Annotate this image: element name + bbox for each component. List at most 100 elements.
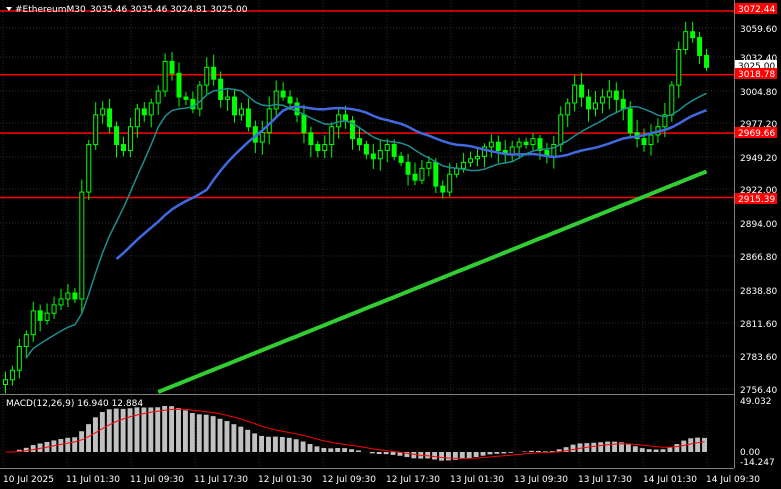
macd-bar (376, 452, 382, 454)
macd-bar (182, 410, 188, 452)
candle-body (127, 126, 133, 151)
macd-bar (702, 437, 707, 452)
candle-body (232, 96, 238, 116)
candle-body (384, 144, 390, 151)
macd-bar (65, 437, 71, 452)
candle-body (58, 298, 64, 306)
macd-bar (272, 436, 278, 452)
candle-body (586, 96, 592, 110)
candle-body (315, 144, 321, 151)
candle-body (93, 114, 99, 146)
candle-body (690, 31, 696, 39)
candle-body (488, 141, 494, 148)
macd-bar (86, 424, 91, 452)
price-tick: 2811.60 (740, 320, 777, 330)
candle-body (16, 345, 22, 371)
macd-bar (335, 448, 341, 452)
macd-bar (674, 444, 680, 452)
macd-bar (293, 439, 299, 452)
macd-bar (127, 408, 133, 452)
macd-bar (134, 407, 140, 452)
macd-bar (217, 418, 223, 452)
candle-body (162, 60, 168, 92)
macd-bar (279, 437, 285, 452)
macd-bar (459, 452, 465, 459)
macd-bar (266, 436, 271, 452)
macd-bar (176, 408, 181, 452)
candle-body (516, 141, 522, 148)
macd-bar (535, 450, 541, 452)
macd-bar (653, 449, 659, 452)
macd-bar (369, 452, 375, 454)
macd-bar (639, 448, 645, 452)
candle-body (419, 167, 425, 181)
candle-body (148, 102, 154, 116)
price-chart[interactable]: #EthereumM30 3035.46 3035.46 3024.81 302… (0, 0, 781, 489)
macd-title: MACD(12,26,9) 16.940 12.884 (6, 399, 143, 409)
macd-bar (252, 433, 258, 452)
macd-bar (120, 408, 126, 452)
price-tick: 3004.80 (740, 88, 777, 98)
macd-bar (106, 409, 112, 452)
macd-bar (196, 414, 202, 452)
macd-bar (99, 411, 105, 452)
time-tick: 12 Jul 01:30 (258, 475, 312, 485)
candle-body (120, 144, 126, 151)
candle-body (620, 98, 626, 110)
candle-body (613, 90, 619, 100)
candle-body (599, 96, 605, 104)
candle-body (225, 96, 231, 100)
macd-bar (238, 426, 244, 452)
candle-body (606, 90, 612, 98)
candle-body (141, 108, 147, 116)
time-tick: 11 Jul 09:30 (130, 475, 184, 485)
macd-bar (529, 450, 534, 452)
price-tick: 2866.80 (740, 253, 777, 263)
macd-scale-zero: 0.00 (740, 448, 760, 458)
candle-body (280, 90, 286, 98)
candle-body (204, 66, 210, 86)
candle-body (356, 138, 362, 146)
candle-body (294, 102, 300, 116)
candle-body (405, 161, 411, 175)
time-tick: 14 Jul 01:30 (643, 475, 697, 485)
time-tick: 14 Jul 09:30 (706, 475, 760, 485)
time-tick: 13 Jul 09:30 (514, 475, 568, 485)
macd-bar (356, 450, 361, 452)
candle-body (176, 72, 182, 98)
macd-bar (189, 413, 195, 452)
candle-body (363, 144, 369, 155)
macd-bar (695, 437, 701, 452)
macd-bar (390, 452, 396, 455)
candle-body (426, 161, 432, 169)
macd-bar (169, 406, 175, 452)
time-tick: 11 Jul 17:30 (194, 475, 248, 485)
price-tick: 2783.60 (740, 353, 777, 363)
macd-bar (632, 446, 638, 452)
candle-body (669, 84, 675, 116)
time-tick: 11 Jul 01:30 (66, 475, 120, 485)
macd-bar (494, 452, 500, 454)
macd-scale-bottom: -14.247 (740, 458, 775, 468)
macd-bar (646, 449, 652, 452)
candle-body (509, 146, 515, 155)
candle-body (23, 334, 29, 347)
macd-bar (30, 445, 36, 452)
macd-bar (667, 447, 673, 452)
candle-body (495, 141, 501, 151)
candle-body (169, 60, 175, 74)
macd-bar (681, 440, 687, 452)
candle-body (579, 84, 585, 98)
macd-bar (466, 452, 472, 458)
candle-body (370, 153, 376, 160)
candle-body (114, 126, 120, 146)
candle-body (676, 49, 682, 86)
candle-body (100, 108, 106, 116)
candle-body (468, 158, 474, 163)
macd-bar (542, 451, 548, 452)
candle-body (461, 161, 467, 169)
candle-body (155, 90, 161, 104)
candle-body (107, 108, 113, 128)
candle-body (412, 173, 418, 181)
macd-bar (625, 444, 631, 452)
